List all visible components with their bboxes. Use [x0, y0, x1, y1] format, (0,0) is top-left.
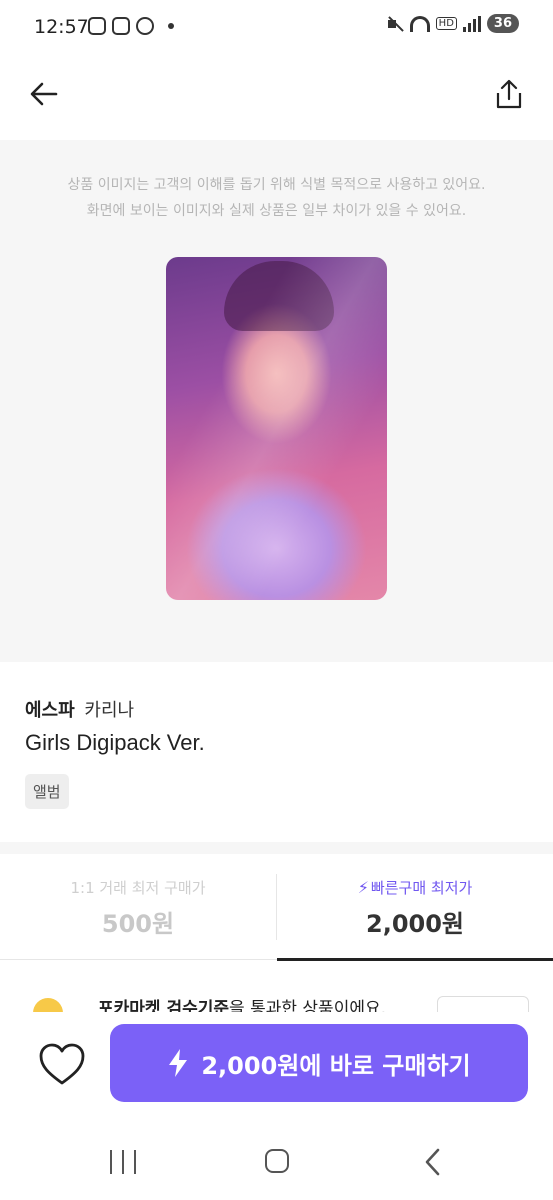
tab-direct-trade-price[interactable]: 1:1 거래 최저 구매가 500원 [0, 854, 276, 960]
artist-line: 에스파 카리나 [25, 696, 134, 722]
buy-now-label: 2,000원에 바로 구매하기 [201, 1051, 471, 1080]
buy-now-button[interactable]: 2,000원에 바로 구매하기 [110, 1024, 528, 1102]
home-button[interactable] [265, 1149, 289, 1173]
share-icon [496, 79, 522, 109]
app-notification-icon [136, 17, 154, 35]
signal-icon [462, 15, 481, 32]
tab-quick-buy-price[interactable]: ⚡ 빠른구매 최저가 2,000원 [277, 854, 553, 961]
recent-apps-button[interactable] [110, 1150, 136, 1174]
image-notice-line2: 화면에 보이는 이미지와 실제 상품은 일부 차이가 있을 수 있어요. [86, 203, 467, 219]
app-header [0, 54, 553, 140]
tab-label: ⚡ 빠른구매 최저가 [277, 877, 553, 898]
section-divider [0, 842, 553, 854]
more-notifications-dot-icon [168, 23, 174, 29]
status-time: 12:57 [34, 16, 89, 38]
tab-label: 1:1 거래 최저 구매가 [70, 879, 206, 897]
product-image-area: 상품 이미지는 고객의 이해를 돕기 위해 식별 목적으로 사용하고 있어요. … [0, 140, 553, 662]
product-title: Girls Digipack Ver. [25, 730, 205, 755]
member-name[interactable]: 카리나 [84, 700, 134, 721]
notification-icons [88, 17, 174, 35]
category-chip[interactable]: 앨범 [25, 774, 69, 809]
lightning-icon [169, 1049, 188, 1077]
system-nav-bar [0, 1122, 553, 1200]
artist-name[interactable]: 에스파 [25, 700, 75, 721]
tab-price: 2,000원 [366, 910, 464, 938]
price-tabs: 1:1 거래 최저 구매가 500원 ⚡ 빠른구매 최저가 2,000원 [0, 854, 553, 961]
battery-indicator: 36 [486, 14, 519, 33]
image-notice: 상품 이미지는 고객의 이해를 돕기 위해 식별 목적으로 사용하고 있어요. … [0, 172, 553, 224]
image-notice-line1: 상품 이미지는 고객의 이해를 돕기 위해 식별 목적으로 사용하고 있어요. [67, 177, 486, 193]
arrow-left-icon [30, 82, 58, 106]
action-bar: 2,000원에 바로 구매하기 [0, 1012, 553, 1122]
share-button[interactable] [487, 72, 531, 116]
screenshot-icon [88, 17, 106, 35]
product-photo[interactable] [166, 257, 387, 600]
product-info: 에스파 카리나 Girls Digipack Ver. 앨범 [0, 662, 553, 842]
nav-back-button[interactable] [422, 1148, 444, 1176]
status-bar: 12:57 HD 36 [0, 0, 553, 54]
hd-badge: HD [435, 17, 457, 30]
mute-icon [386, 15, 404, 33]
lightning-icon: ⚡ [357, 878, 369, 897]
tab-label-text: 빠른구매 최저가 [370, 879, 473, 897]
like-button[interactable] [36, 1038, 88, 1090]
wifi-icon [409, 15, 430, 32]
photo-sheen [166, 257, 387, 600]
back-button[interactable] [22, 72, 66, 116]
tab-price: 500원 [101, 910, 175, 938]
heart-icon [39, 1043, 85, 1085]
instagram-icon [112, 17, 130, 35]
system-icons: HD 36 [386, 14, 519, 33]
active-tab-indicator [277, 958, 553, 961]
